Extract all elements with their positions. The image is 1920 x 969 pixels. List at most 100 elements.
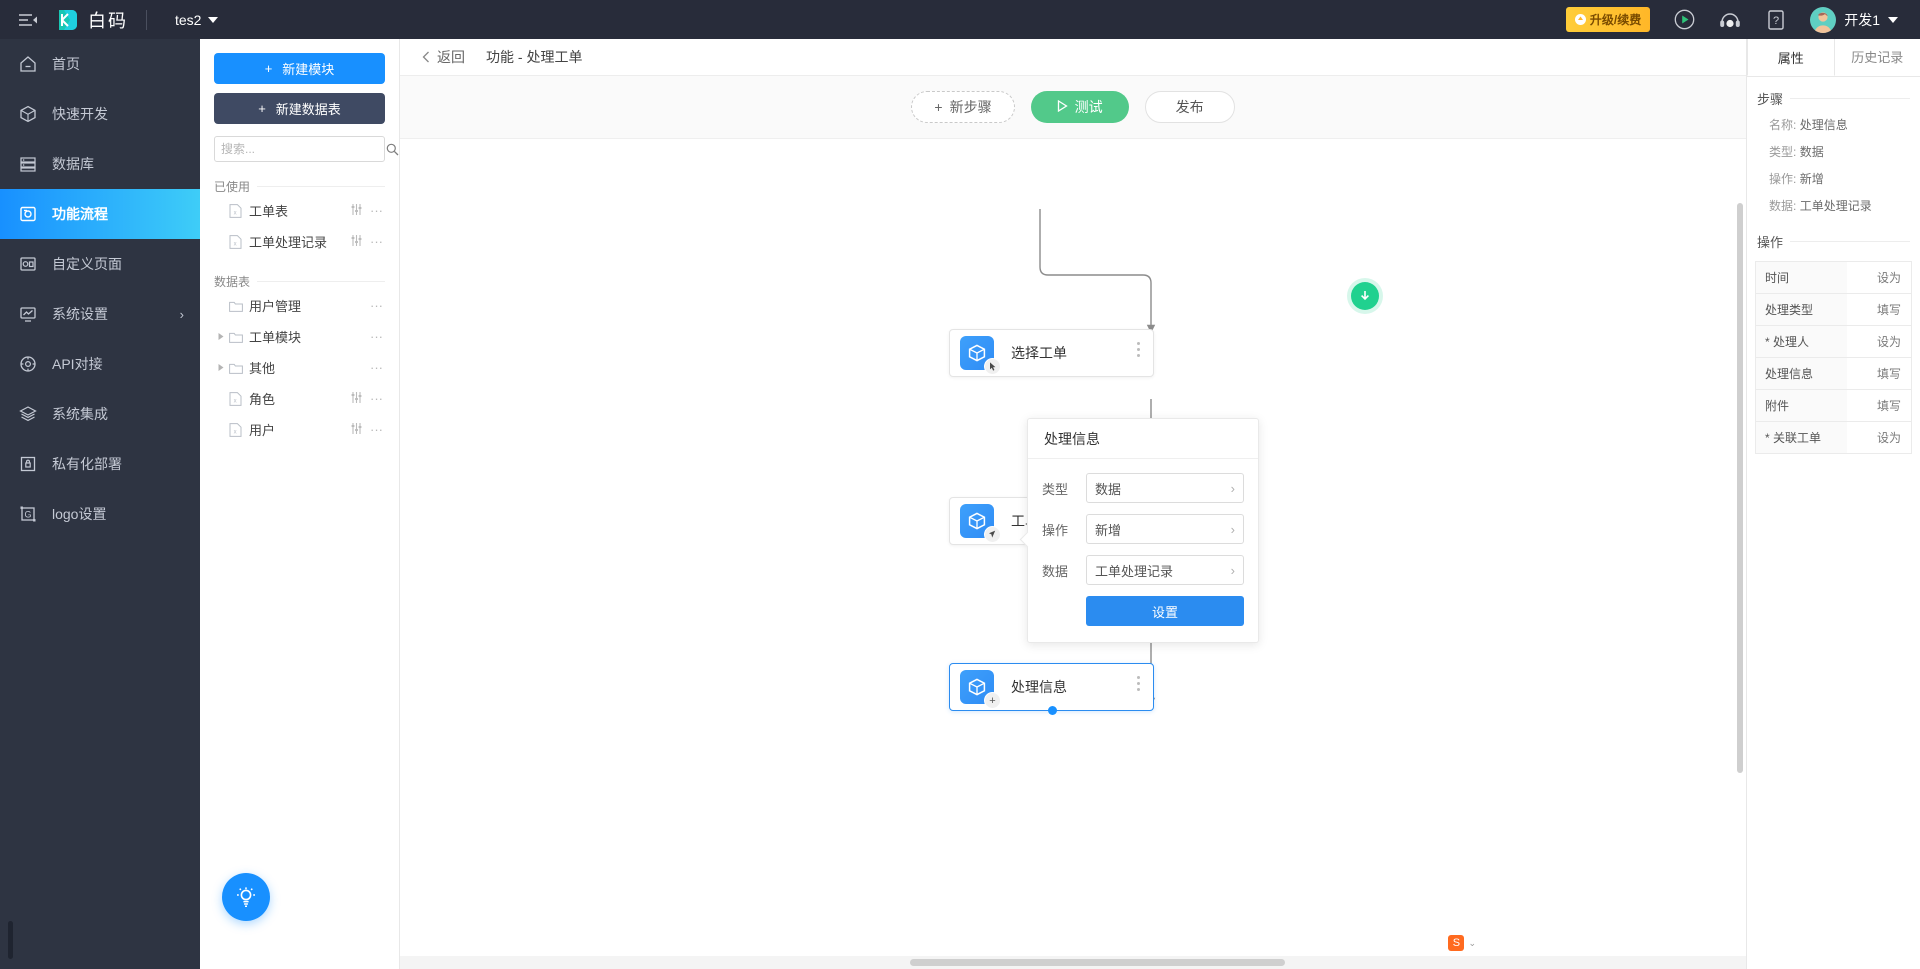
sidebar-item-api[interactable]: API对接 xyxy=(0,339,200,389)
sidebar-item-system-settings[interactable]: 系统设置 › xyxy=(0,289,200,339)
list-item[interactable]: 工单模块 ··· xyxy=(214,321,385,352)
cursor-arrow-icon xyxy=(984,526,1001,543)
new-step-button[interactable]: + 新步骤 xyxy=(911,91,1015,123)
sidebar-item-function-flow[interactable]: 功能流程 xyxy=(0,189,200,239)
back-label: 返回 xyxy=(437,49,465,65)
help-question-icon[interactable]: ? xyxy=(1764,8,1788,32)
flow-start-node[interactable] xyxy=(1351,282,1379,310)
headset-support-icon[interactable] xyxy=(1718,8,1742,32)
section-label: 操作 xyxy=(1757,235,1784,250)
op-action[interactable]: 设为 xyxy=(1847,262,1911,293)
canvas-vertical-scrollbar[interactable] xyxy=(1737,203,1743,773)
node-config-popup: 处理信息 类型 数据 › 操作 新增 › 数据 工单处理记录 › 设置 xyxy=(1019,418,1259,643)
dashboard-icon xyxy=(18,254,38,274)
module-panel: + 新建模块 + 新建数据表 已使用 x 工单表 xyxy=(200,39,400,969)
test-button[interactable]: 测试 xyxy=(1030,91,1129,123)
ime-caret-icon[interactable]: ⌄ xyxy=(1468,938,1476,948)
sidebar-nav: 首页 快速开发 数据库 功能流程 自定义页面 系统设置 › API对接 系统集成… xyxy=(0,39,200,969)
more-dots-icon[interactable]: ··· xyxy=(370,234,383,249)
ime-indicator[interactable]: S ⌄ xyxy=(1448,935,1476,951)
upgrade-button[interactable]: 升级/续费 xyxy=(1565,7,1651,32)
logo-mark-icon xyxy=(56,9,78,31)
search-icon[interactable] xyxy=(386,142,399,156)
popup-body: 类型 数据 › 操作 新增 › 数据 工单处理记录 › 设置 xyxy=(1028,459,1258,642)
more-dots-icon[interactable]: ··· xyxy=(370,329,383,344)
sidebar-item-quick-dev[interactable]: 快速开发 xyxy=(0,89,200,139)
node-more-icon[interactable] xyxy=(1137,676,1140,691)
type-select[interactable]: 数据 › xyxy=(1086,473,1244,503)
more-dots-icon[interactable]: ··· xyxy=(370,203,383,218)
list-item[interactable]: x 用户 ··· xyxy=(214,414,385,445)
field-key: 类型: xyxy=(1769,145,1797,159)
op-action[interactable]: 填写 xyxy=(1847,390,1911,421)
back-button[interactable]: 返回 xyxy=(422,47,465,67)
op-action[interactable]: 设为 xyxy=(1847,422,1911,453)
tips-fab-button[interactable] xyxy=(222,873,270,921)
sidebar-item-private-deploy[interactable]: 私有化部署 xyxy=(0,439,200,489)
more-dots-icon[interactable]: ··· xyxy=(370,422,383,437)
svg-text:x: x xyxy=(234,241,237,247)
search-input[interactable] xyxy=(221,142,376,156)
list-item[interactable]: 其他 ··· xyxy=(214,352,385,383)
sidebar-item-label: 私有化部署 xyxy=(52,456,122,472)
list-item[interactable]: x 角色 ··· xyxy=(214,383,385,414)
api-icon xyxy=(18,354,38,374)
sidebar-item-home[interactable]: 首页 xyxy=(0,39,200,89)
tab-history[interactable]: 历史记录 xyxy=(1835,39,1920,76)
canvas-horizontal-scrollbar[interactable] xyxy=(910,959,1285,966)
brand-name: 白码 xyxy=(88,10,128,31)
twisty-collapsed-icon[interactable] xyxy=(214,332,228,341)
op-action[interactable]: 设为 xyxy=(1847,326,1911,357)
settings-sliders-icon[interactable] xyxy=(350,203,363,219)
node-output-port[interactable] xyxy=(1048,706,1057,715)
project-selector[interactable]: tes2 xyxy=(147,12,219,28)
plus-icon: + xyxy=(258,101,266,116)
more-dots-icon[interactable]: ··· xyxy=(370,298,383,313)
flow-node-select-ticket[interactable]: 选择工单 xyxy=(949,329,1154,377)
svg-text:?: ? xyxy=(1773,15,1779,27)
list-item-label: 其他 xyxy=(249,361,276,376)
settings-sliders-icon[interactable] xyxy=(350,391,363,407)
new-module-button[interactable]: + 新建模块 xyxy=(214,53,385,84)
tab-attributes[interactable]: 属性 xyxy=(1747,39,1835,76)
type-value: 数据 xyxy=(1095,481,1122,497)
folder-icon xyxy=(228,362,243,374)
more-dots-icon[interactable]: ··· xyxy=(370,360,383,375)
list-item[interactable]: x 工单表 ··· xyxy=(214,195,385,226)
node-more-icon[interactable] xyxy=(1137,342,1140,357)
flow-node-process-info[interactable]: + 处理信息 xyxy=(949,663,1154,715)
op-action[interactable]: 填写 xyxy=(1847,294,1911,325)
table-row: 时间 设为 xyxy=(1756,261,1911,293)
ime-icon: S xyxy=(1448,935,1465,951)
chevron-right-icon: › xyxy=(1230,562,1235,578)
sidebar-item-system-integration[interactable]: 系统集成 xyxy=(0,389,200,439)
plus-icon: + xyxy=(934,99,943,115)
list-item[interactable]: 用户管理 ··· xyxy=(214,290,385,321)
flow-canvas[interactable]: 选择工单 工单信息 xyxy=(400,138,1746,969)
list-item[interactable]: x 工单处理记录 ··· xyxy=(214,226,385,257)
file-sheet-icon: x xyxy=(228,422,243,437)
list-item-label: 用户 xyxy=(249,423,276,438)
menu-collapse-icon[interactable] xyxy=(0,13,56,27)
publish-button[interactable]: 发布 xyxy=(1144,91,1235,123)
new-table-button[interactable]: + 新建数据表 xyxy=(214,93,385,124)
operation-select[interactable]: 新增 › xyxy=(1086,514,1244,544)
user-menu[interactable]: 开发1 xyxy=(1810,6,1898,33)
sidebar-item-logo-settings[interactable]: G logo设置 xyxy=(0,489,200,539)
op-name: * 关联工单 xyxy=(1756,422,1847,453)
twisty-collapsed-icon[interactable] xyxy=(214,363,228,372)
op-action[interactable]: 填写 xyxy=(1847,358,1911,389)
sidebar-item-custom-page[interactable]: 自定义页面 xyxy=(0,239,200,289)
search-box[interactable] xyxy=(214,136,399,162)
sidebar-item-database[interactable]: 数据库 xyxy=(0,139,200,189)
more-dots-icon[interactable]: ··· xyxy=(370,391,383,406)
field-key: 名称: xyxy=(1769,118,1797,132)
lock-server-icon xyxy=(18,454,38,474)
settings-sliders-icon[interactable] xyxy=(350,234,363,250)
settings-confirm-button[interactable]: 设置 xyxy=(1086,596,1244,626)
data-select[interactable]: 工单处理记录 › xyxy=(1086,555,1244,585)
play-circle-icon[interactable] xyxy=(1672,8,1696,32)
field-key: 操作: xyxy=(1769,172,1797,186)
sidebar-resize-handle[interactable] xyxy=(8,921,13,959)
settings-sliders-icon[interactable] xyxy=(350,422,363,438)
